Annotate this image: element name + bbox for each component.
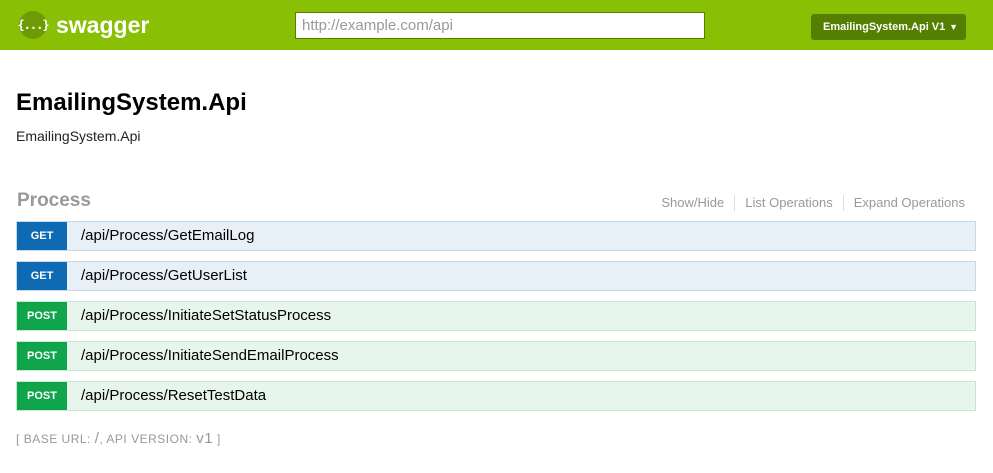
operation-path[interactable]: /api/Process/ResetTestData bbox=[67, 382, 266, 410]
api-info-footer: [ BASE URL: /, API VERSION: v1 ] bbox=[16, 430, 221, 448]
base-url-label: BASE URL: bbox=[23, 432, 91, 446]
api-version-value: v1 bbox=[196, 430, 214, 447]
expand-operations-link[interactable]: Expand Operations bbox=[842, 195, 965, 211]
http-method-badge[interactable]: POST bbox=[17, 342, 67, 370]
operation-get-user-list[interactable]: GET /api/Process/GetUserList bbox=[16, 261, 976, 291]
api-definition-select[interactable]: EmailingSystem.Api V1 ▼ bbox=[811, 14, 966, 40]
operation-path[interactable]: /api/Process/InitiateSendEmailProcess bbox=[67, 342, 339, 370]
api-description: EmailingSystem.Api bbox=[16, 128, 141, 144]
http-method-badge[interactable]: POST bbox=[17, 382, 67, 410]
brand-name[interactable]: swagger bbox=[56, 10, 149, 40]
api-definition-label: EmailingSystem.Api V1 bbox=[823, 21, 946, 33]
operation-path[interactable]: /api/Process/GetUserList bbox=[67, 262, 247, 290]
operations-list: GET /api/Process/GetEmailLog GET /api/Pr… bbox=[16, 221, 976, 421]
list-operations-link[interactable]: List Operations bbox=[734, 195, 842, 211]
caret-down-icon: ▼ bbox=[949, 22, 958, 32]
operation-reset-test-data[interactable]: POST /api/Process/ResetTestData bbox=[16, 381, 976, 411]
footer-separator: , bbox=[99, 432, 104, 446]
http-method-badge[interactable]: GET bbox=[17, 262, 67, 290]
operation-path[interactable]: /api/Process/GetEmailLog bbox=[67, 222, 254, 250]
api-url-input[interactable] bbox=[295, 12, 705, 39]
resource-options: Show/Hide List Operations Expand Operati… bbox=[661, 195, 965, 211]
operation-initiate-set-status-process[interactable]: POST /api/Process/InitiateSetStatusProce… bbox=[16, 301, 976, 331]
resource-heading-process[interactable]: Process bbox=[17, 189, 91, 213]
operation-get-email-log[interactable]: GET /api/Process/GetEmailLog bbox=[16, 221, 976, 251]
top-bar: {...} swagger EmailingSystem.Api V1 ▼ bbox=[0, 0, 993, 50]
swagger-logo-icon[interactable]: {...} bbox=[17, 11, 50, 39]
footer-close-bracket: ] bbox=[216, 432, 221, 446]
logo-glyph: {...} bbox=[17, 18, 49, 32]
operation-initiate-send-email-process[interactable]: POST /api/Process/InitiateSendEmailProce… bbox=[16, 341, 976, 371]
operation-path[interactable]: /api/Process/InitiateSetStatusProcess bbox=[67, 302, 331, 330]
page-title: EmailingSystem.Api bbox=[16, 89, 247, 116]
show-hide-link[interactable]: Show/Hide bbox=[661, 195, 734, 211]
footer-open-bracket: [ bbox=[16, 432, 20, 446]
api-version-label: API VERSION: bbox=[106, 432, 193, 446]
http-method-badge[interactable]: POST bbox=[17, 302, 67, 330]
http-method-badge[interactable]: GET bbox=[17, 222, 67, 250]
